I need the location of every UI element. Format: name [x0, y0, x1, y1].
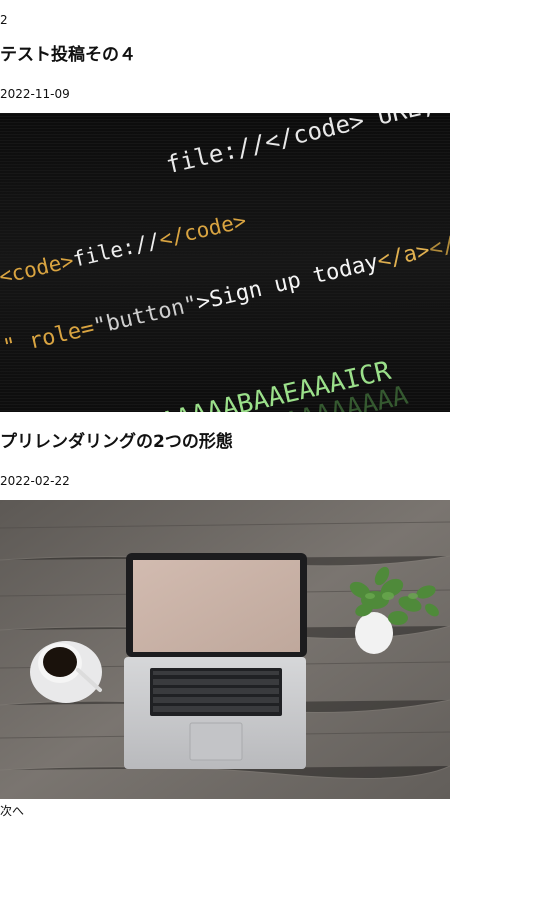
- page-number: 2: [0, 13, 8, 27]
- next-page-link[interactable]: 次へ: [0, 804, 24, 818]
- laptop-desk-image: [0, 500, 450, 799]
- plant-pot: [355, 612, 393, 654]
- laptop-screen: [133, 560, 300, 652]
- trackpad: [189, 722, 243, 761]
- post-thumbnail-laptop-desk[interactable]: [0, 500, 450, 799]
- code-screen-image: file://</code> URL, the "next" <code>fil…: [0, 113, 450, 412]
- post-title[interactable]: テスト投稿その４: [0, 44, 136, 66]
- post-date: 2022-11-09: [0, 87, 70, 101]
- coffee: [43, 647, 77, 677]
- post-date: 2022-02-22: [0, 474, 70, 488]
- post-title[interactable]: プリレンダリングの2つの形態: [0, 431, 233, 453]
- post-thumbnail-code-screen[interactable]: file://</code> URL, the "next" <code>fil…: [0, 113, 450, 412]
